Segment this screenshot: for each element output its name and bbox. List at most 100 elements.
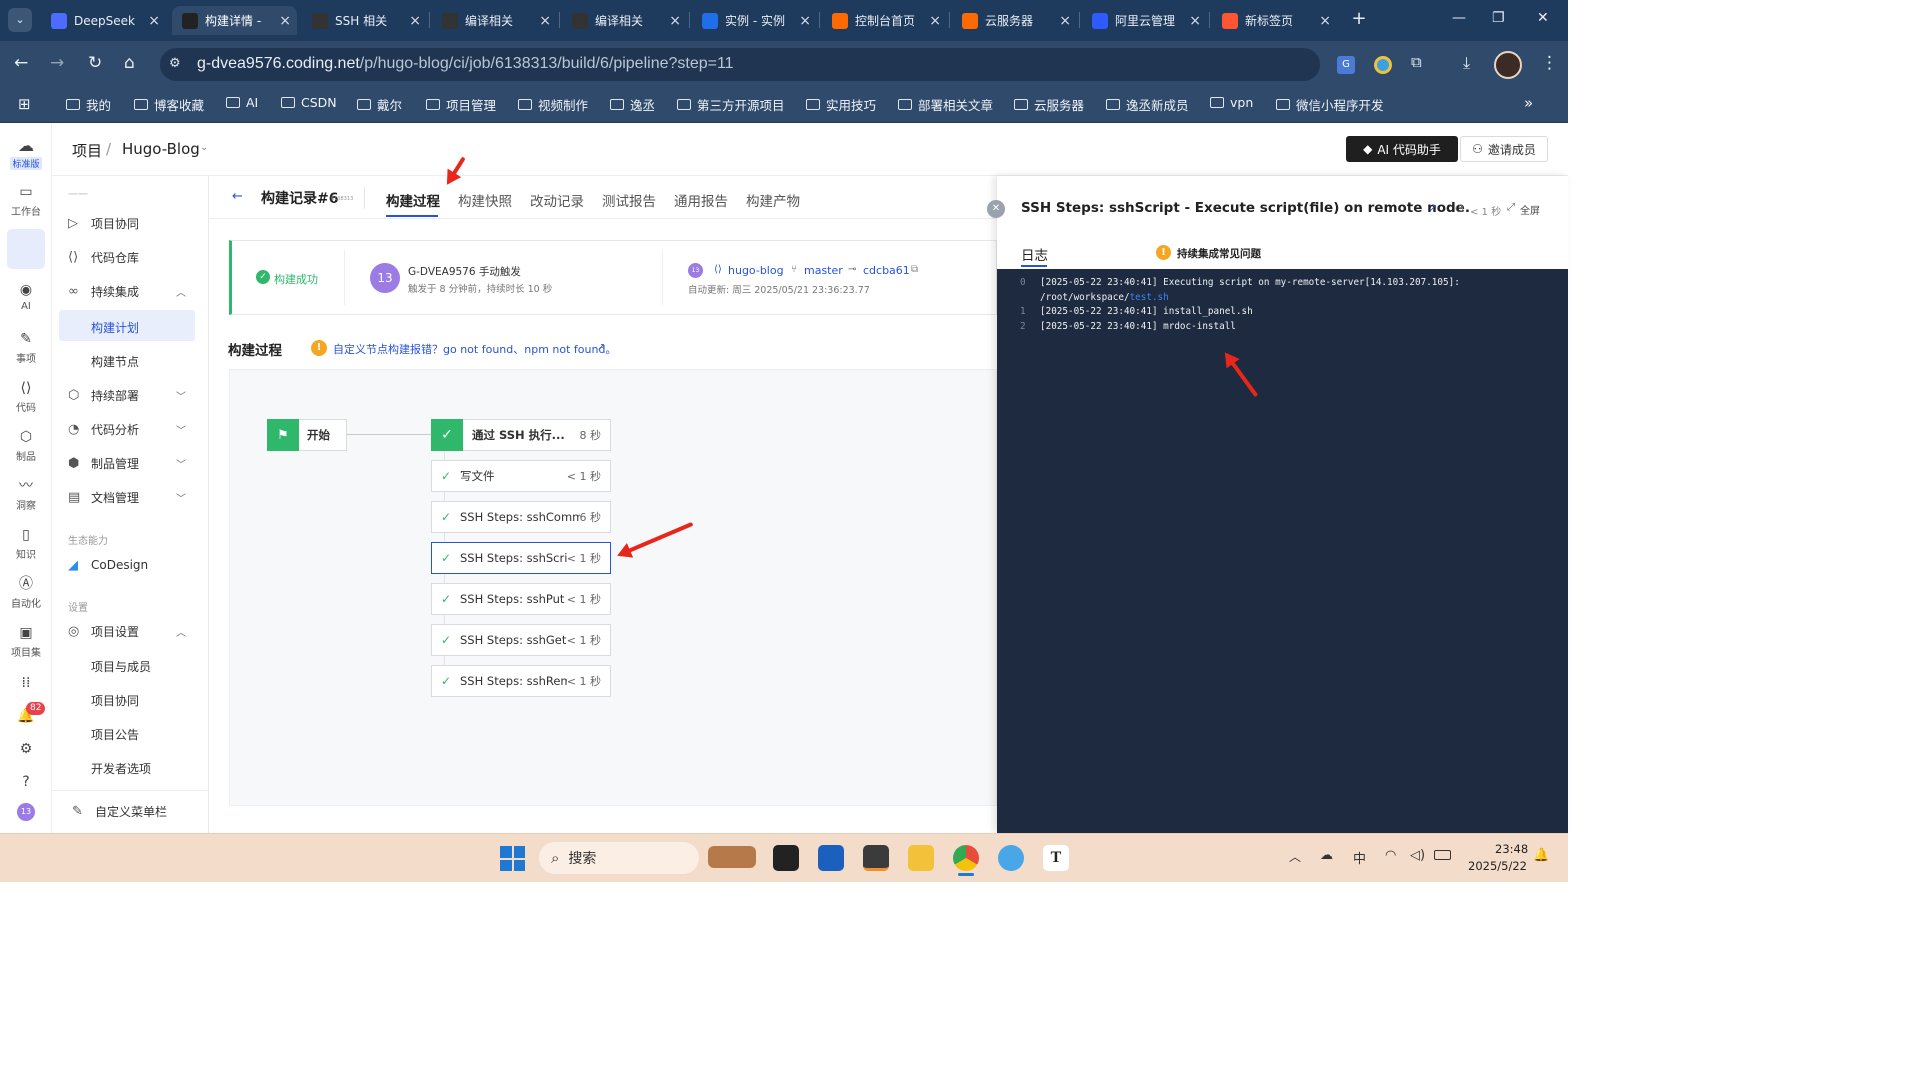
file-explorer-icon[interactable] xyxy=(908,845,934,871)
tray-chevron-icon[interactable]: ︿ xyxy=(1289,848,1301,865)
edition-badge[interactable]: ☁ 标准版 xyxy=(0,137,52,170)
pipeline-step-node[interactable]: ✓ SSH Steps: sshGet - ...< 1 秒 xyxy=(431,624,611,656)
extension-icon[interactable] xyxy=(1374,56,1392,74)
back-icon[interactable]: ← xyxy=(14,53,28,73)
chevron-down-icon[interactable]: ⌄ xyxy=(200,142,208,153)
extensions-puzzle-icon[interactable]: ⧉ xyxy=(1411,53,1422,71)
invite-member-button[interactable]: ⚇ 邀请成员 xyxy=(1460,136,1548,162)
tab-close-icon[interactable]: × xyxy=(539,13,551,29)
sidebar-subitem-settings[interactable]: 项目协同 xyxy=(91,692,139,709)
tab-close-icon[interactable]: × xyxy=(148,13,160,29)
browser-tab[interactable]: DeepSeek × xyxy=(41,6,166,35)
tab-close-icon[interactable]: × xyxy=(929,13,941,29)
sublime-icon[interactable] xyxy=(863,845,889,871)
browser-tab[interactable]: SSH 相关 × xyxy=(302,6,427,35)
help[interactable]: ? xyxy=(0,773,52,793)
reload-icon[interactable]: ↻ xyxy=(88,53,102,73)
sidebar-item-repo[interactable]: ⟨⟩ 代码仓库 xyxy=(68,242,196,272)
pipeline-step-node[interactable]: ✓ SSH Steps: sshScript...< 1 秒 xyxy=(431,542,611,574)
settings[interactable]: ⚙ xyxy=(0,740,52,760)
bookmark-folder[interactable]: AI xyxy=(226,95,258,110)
build-tab[interactable]: 构建产物 xyxy=(746,190,800,210)
sidebar-subitem-settings[interactable]: 项目公告 xyxy=(91,726,139,743)
profile-avatar[interactable] xyxy=(1494,51,1522,79)
rail-item[interactable]: ▭ 工作台 xyxy=(0,183,52,218)
translate-icon[interactable]: G xyxy=(1337,56,1355,74)
tab-close-icon[interactable]: × xyxy=(799,13,811,29)
build-tab[interactable]: 构建过程 xyxy=(386,190,440,210)
download-icon[interactable]: ⤓ xyxy=(1463,53,1470,73)
bookmark-folder[interactable]: 博客收藏 xyxy=(134,95,204,114)
start-button[interactable] xyxy=(500,846,525,871)
bookmark-folder[interactable]: 戴尔 xyxy=(357,95,402,114)
bookmark-folder[interactable]: 实用技巧 xyxy=(806,95,876,114)
copy-icon[interactable]: ⧉ xyxy=(911,264,918,275)
rail-item[interactable]: ⟨⟩ 代码 xyxy=(0,379,52,414)
browser-tab[interactable]: 构建详情 - × xyxy=(172,6,297,35)
fullscreen-icon[interactable]: ⤢ xyxy=(1507,202,1515,213)
browser-tab[interactable]: 控制台首页 × xyxy=(822,6,947,35)
bookmark-folder[interactable]: 视频制作 xyxy=(518,95,588,114)
build-tab[interactable]: 构建快照 xyxy=(458,190,512,210)
browser-tab[interactable]: 编译相关 × xyxy=(562,6,687,35)
store-icon[interactable] xyxy=(818,845,844,871)
taskbar-search[interactable]: ⌕ 搜索 xyxy=(539,842,699,874)
rail-item[interactable]: ▯ 知识 xyxy=(0,526,52,561)
new-tab-button[interactable]: + xyxy=(1348,8,1370,30)
rail-item[interactable]: ◉ AI xyxy=(0,281,52,312)
ime-indicator[interactable]: 中 xyxy=(1353,848,1366,867)
minimize-icon[interactable]: — xyxy=(1452,10,1466,26)
more-bookmarks-icon[interactable]: » xyxy=(1524,94,1533,112)
sidebar-subitem-ci[interactable]: 构建计划 xyxy=(91,319,139,336)
close-window-icon[interactable]: ✕ xyxy=(1537,10,1549,26)
tab-close-icon[interactable]: × xyxy=(669,13,681,29)
bookmark-folder[interactable]: 逸丞 xyxy=(610,95,655,114)
tab-close-icon[interactable]: × xyxy=(409,13,421,29)
bookmark-folder[interactable]: 我的 xyxy=(66,95,111,114)
customize-menu-button[interactable]: ✎ 自定义菜单栏 xyxy=(72,796,200,826)
browser-tab[interactable]: 新标签页 × xyxy=(1212,6,1337,35)
clock-time[interactable]: 23:48 xyxy=(1495,842,1528,856)
pipeline-step-node[interactable]: ✓ SSH Steps: sshComma...6 秒 xyxy=(431,501,611,533)
menu-kebab-icon[interactable]: ⋮ xyxy=(1541,53,1558,73)
browser-tab[interactable]: 云服务器 × xyxy=(952,6,1077,35)
bookmark-folder[interactable]: 部署相关文章 xyxy=(898,95,993,114)
external-link-icon[interactable]: ↗ xyxy=(597,342,605,353)
sidebar-item-0[interactable]: ⬡ 持续部署 ﹀ xyxy=(68,380,196,410)
tab-search-button[interactable]: ⌄ xyxy=(8,8,32,32)
pipeline-step-node[interactable]: ✓ SSH Steps: sshRemo...< 1 秒 xyxy=(431,665,611,697)
repo-link[interactable]: hugo-blog xyxy=(728,264,784,277)
url-text[interactable]: g-dvea9576.coding.net/p/hugo-blog/ci/job… xyxy=(197,55,734,73)
fullscreen-button[interactable]: 全屏 xyxy=(1520,202,1540,217)
build-tab[interactable]: 改动记录 xyxy=(530,190,584,210)
app-launcher[interactable]: ⁞⁞ xyxy=(0,674,52,694)
clock-date[interactable]: 2025/5/22 xyxy=(1468,859,1527,873)
tab-close-icon[interactable]: × xyxy=(1319,13,1331,29)
bookmark-folder[interactable]: 第三方开源项目 xyxy=(677,95,785,114)
browser-tab[interactable]: 编译相关 × xyxy=(432,6,557,35)
bookmark-folder[interactable]: 云服务器 xyxy=(1014,95,1084,114)
tab-close-icon[interactable]: × xyxy=(1059,13,1071,29)
sidebar-item-2[interactable]: ⬢ 制品管理 ﹀ xyxy=(68,448,196,478)
ai-assistant-button[interactable]: ◆ AI 代码助手 xyxy=(1346,136,1458,162)
restore-icon[interactable]: ❐ xyxy=(1492,10,1505,26)
forward-icon[interactable]: → xyxy=(50,53,64,73)
typora-icon[interactable]: T xyxy=(1043,845,1069,871)
tab-close-icon[interactable]: × xyxy=(279,13,291,29)
build-tab[interactable]: 通用报告 xyxy=(674,190,728,210)
volume-icon[interactable]: ◁) xyxy=(1410,848,1425,863)
sidebar-item-collab[interactable]: ▷ 项目协同 xyxy=(68,208,196,238)
rail-item[interactable]: ▣ 项目集 xyxy=(0,624,52,659)
site-info-icon[interactable]: ⚙ xyxy=(169,56,181,71)
sidebar-subitem-ci[interactable]: 构建节点 xyxy=(91,353,139,370)
project-name[interactable]: Hugo-Blog xyxy=(122,140,200,158)
browser-tab[interactable]: 实例 - 实例 × xyxy=(692,6,817,35)
battery-icon[interactable] xyxy=(1434,850,1451,860)
apps-grid-icon[interactable]: ⊞ xyxy=(18,95,31,113)
sidebar-subitem-settings[interactable]: 开发者选项 xyxy=(91,760,151,777)
rail-item[interactable]: Ⓐ 自动化 xyxy=(0,575,52,610)
build-tab[interactable]: 测试报告 xyxy=(602,190,656,210)
pipeline-stage-node[interactable]: ✓ 通过 SSH 执行... 8 秒 xyxy=(431,419,611,451)
tab-close-icon[interactable]: × xyxy=(1189,13,1201,29)
browser-tab[interactable]: 阿里云管理 × xyxy=(1082,6,1207,35)
